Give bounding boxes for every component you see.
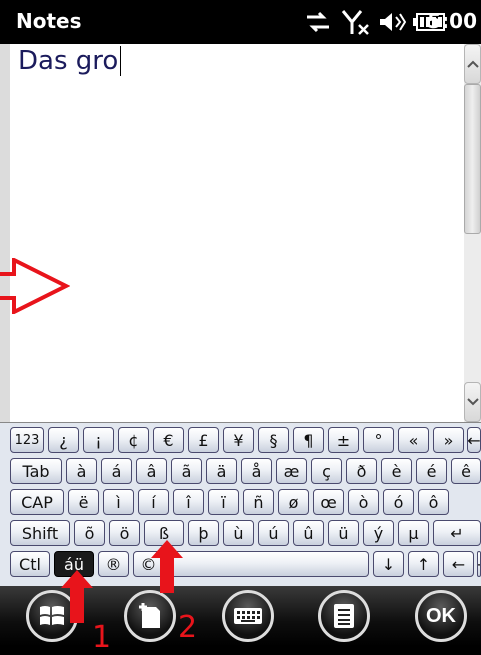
tab-key[interactable]: Tab (10, 458, 62, 484)
key[interactable]: µ (398, 520, 429, 546)
no-signal-icon[interactable] (340, 8, 372, 36)
keyboard-icon[interactable] (222, 590, 274, 642)
scroll-up-icon[interactable] (464, 44, 481, 84)
key[interactable]: á (101, 458, 132, 484)
annotation-label-2: 2 (178, 610, 198, 645)
key[interactable]: ü (328, 520, 359, 546)
annotation-label-1: 1 (92, 620, 112, 655)
note-left-margin (0, 44, 10, 422)
scroll-down-icon[interactable] (464, 382, 481, 422)
right-arrow-key[interactable]: → (477, 551, 481, 577)
keyboard-row-3: CAP ë ì í î ï ñ ø œ ò ó ô (0, 487, 481, 516)
key[interactable]: ø (278, 489, 309, 515)
up-arrow-annotation-icon (151, 540, 183, 593)
soft-keyboard: 123 ¿ ¡ ¢ € £ ¥ § ¶ ± ° « » ← Tab à á â … (0, 422, 481, 587)
ctrl-key[interactable]: Ctl (10, 551, 50, 577)
key[interactable]: § (258, 427, 289, 453)
app-title: Notes (16, 9, 82, 33)
left-arrow-key[interactable]: ← (443, 551, 474, 577)
caps-key[interactable]: CAP (10, 489, 64, 515)
key[interactable]: þ (188, 520, 219, 546)
data-sync-icon[interactable] (303, 8, 333, 36)
key[interactable]: ò (348, 489, 379, 515)
note-text: Das gro (18, 46, 119, 76)
key[interactable]: ð (346, 458, 377, 484)
key[interactable]: » (433, 427, 464, 453)
note-editor[interactable]: Das gro (10, 44, 464, 422)
note-scrollbar[interactable] (464, 44, 481, 422)
volume-icon[interactable] (377, 8, 407, 36)
key[interactable]: ó (383, 489, 414, 515)
backspace-key[interactable]: ← (467, 427, 481, 453)
key[interactable]: ¿ (48, 427, 79, 453)
key[interactable]: ú (258, 520, 289, 546)
key[interactable]: â (136, 458, 167, 484)
down-arrow-key[interactable]: ↓ (373, 551, 404, 577)
key[interactable]: ñ (243, 489, 274, 515)
key-123[interactable]: 123 (10, 427, 44, 453)
text-caret (120, 46, 122, 76)
key[interactable]: ã (171, 458, 202, 484)
scrollbar-thumb[interactable] (464, 84, 481, 234)
key[interactable]: æ (276, 458, 307, 484)
keyboard-row-2: Tab à á â ã ä å æ ç ð è é ê (0, 456, 481, 485)
key[interactable]: ® (98, 551, 129, 577)
ok-label: OK (426, 604, 456, 627)
key[interactable]: ¢ (118, 427, 149, 453)
space-key[interactable] (168, 551, 369, 577)
key[interactable]: ä (206, 458, 237, 484)
key[interactable]: ¡ (83, 427, 114, 453)
key[interactable]: à (66, 458, 97, 484)
right-arrow-annotation-icon (0, 258, 70, 314)
key[interactable]: õ (74, 520, 105, 546)
key[interactable]: ý (363, 520, 394, 546)
key[interactable]: ± (328, 427, 359, 453)
key[interactable]: é (416, 458, 447, 484)
shift-key[interactable]: Shift (10, 520, 70, 546)
key[interactable]: ê (451, 458, 481, 484)
key[interactable]: û (293, 520, 324, 546)
ok-button[interactable]: OK (415, 590, 467, 642)
key[interactable]: è (381, 458, 412, 484)
key[interactable]: £ (188, 427, 219, 453)
key[interactable]: ¶ (293, 427, 324, 453)
key[interactable]: ç (311, 458, 342, 484)
key[interactable]: ö (109, 520, 140, 546)
key[interactable]: ì (103, 489, 134, 515)
menu-icon[interactable] (318, 590, 370, 642)
key[interactable]: å (241, 458, 272, 484)
key[interactable]: ° (363, 427, 394, 453)
note-text-line: Das gro (18, 46, 122, 76)
key[interactable]: ù (223, 520, 254, 546)
keyboard-row-1: 123 ¿ ¡ ¢ € £ ¥ § ¶ ± ° « » ← (0, 425, 481, 454)
status-bar: Notes 5:00 (0, 0, 481, 44)
new-note-icon[interactable] (124, 590, 176, 642)
keyboard-row-4: Shift õ ö ß þ ù ú û ü ý µ ↵ (0, 518, 481, 547)
key[interactable]: î (173, 489, 204, 515)
key[interactable]: ô (418, 489, 449, 515)
key[interactable]: ¥ (223, 427, 254, 453)
key[interactable]: ë (68, 489, 99, 515)
up-arrow-key[interactable]: ↑ (408, 551, 439, 577)
key[interactable]: « (398, 427, 429, 453)
key[interactable]: € (153, 427, 184, 453)
enter-key[interactable]: ↵ (433, 520, 481, 546)
up-arrow-annotation-icon (61, 570, 93, 623)
key[interactable]: ï (208, 489, 239, 515)
clock: 5:00 (427, 9, 477, 33)
key[interactable]: œ (313, 489, 344, 515)
key[interactable]: í (138, 489, 169, 515)
